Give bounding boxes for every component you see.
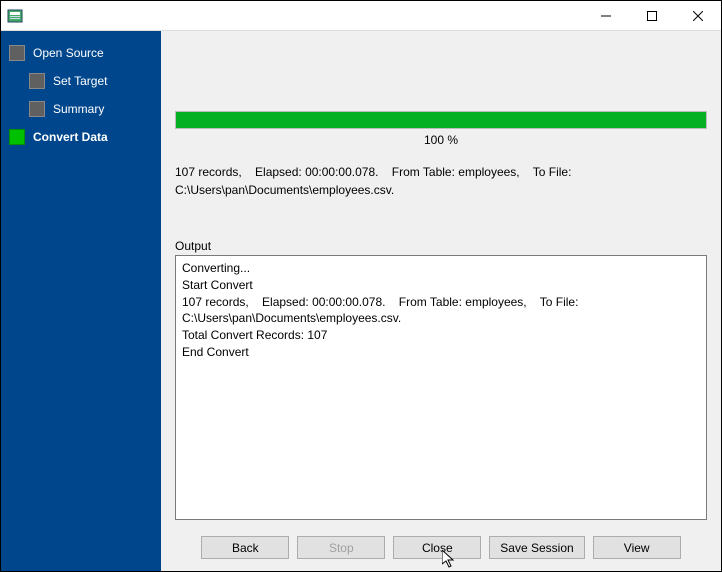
status-text: 107 records, Elapsed: 00:00:00.078. From… — [175, 163, 707, 199]
progress-percent-label: 100 % — [175, 133, 707, 147]
button-row: Back Stop Close Save Session View — [161, 528, 721, 571]
close-button[interactable]: Close — [393, 536, 481, 559]
close-window-button[interactable] — [675, 1, 721, 30]
titlebar-left — [1, 8, 29, 24]
step-node-icon — [29, 101, 45, 117]
stop-button: Stop — [297, 536, 385, 559]
step-node-icon — [9, 129, 25, 145]
sidebar-item-summary[interactable]: Summary — [1, 95, 161, 123]
sidebar-item-open-source[interactable]: Open Source — [1, 39, 161, 67]
titlebar — [1, 1, 721, 31]
save-session-button[interactable]: Save Session — [489, 536, 584, 559]
output-label: Output — [175, 239, 707, 253]
sidebar-item-set-target[interactable]: Set Target — [1, 67, 161, 95]
main-panel: 100 % 107 records, Elapsed: 00:00:00.078… — [161, 31, 721, 571]
maximize-button[interactable] — [629, 1, 675, 30]
sidebar-item-label: Convert Data — [33, 130, 108, 144]
progress-section: 100 % — [175, 111, 707, 147]
window-controls — [583, 1, 721, 30]
sidebar-item-convert-data[interactable]: Convert Data — [1, 123, 161, 151]
view-button[interactable]: View — [593, 536, 681, 559]
app-icon — [7, 8, 23, 24]
sidebar-item-label: Set Target — [53, 74, 107, 88]
sidebar-item-label: Summary — [53, 102, 104, 116]
wizard-sidebar: Open Source Set Target Summary Convert D… — [1, 31, 161, 571]
step-node-icon — [29, 73, 45, 89]
progress-bar — [175, 111, 707, 129]
progress-fill — [176, 112, 706, 128]
step-node-icon — [9, 45, 25, 61]
back-button[interactable]: Back — [201, 536, 289, 559]
minimize-button[interactable] — [583, 1, 629, 30]
sidebar-item-label: Open Source — [33, 46, 104, 60]
output-textarea[interactable]: Converting... Start Convert 107 records,… — [175, 255, 707, 520]
